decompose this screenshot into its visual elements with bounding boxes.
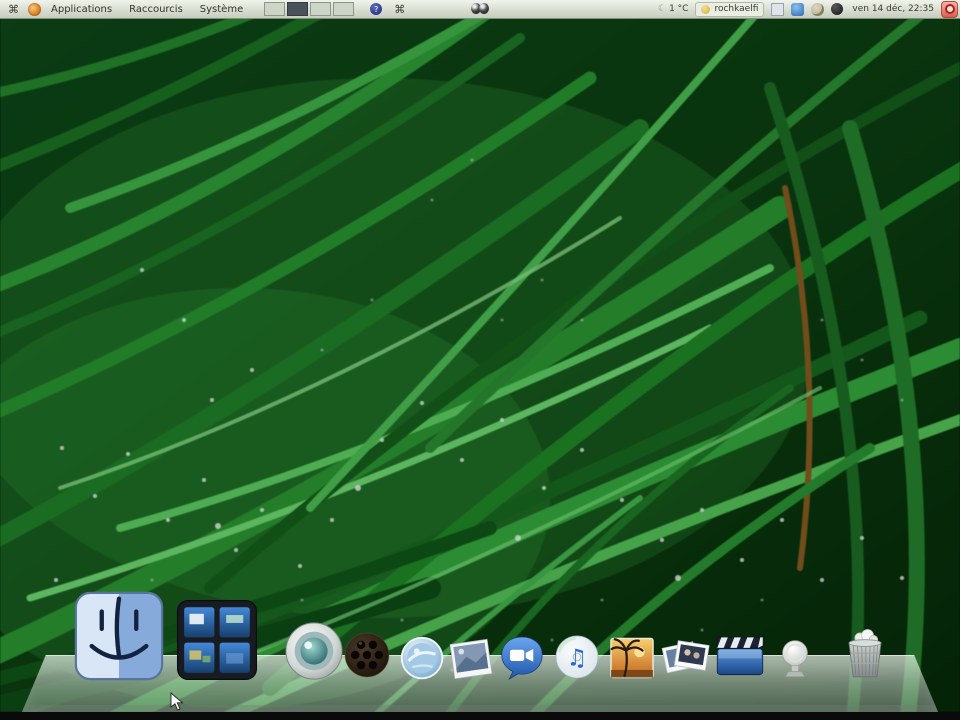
menu-bar-right: ☾ 1 °C rochkaelfi ven 14 déc, 22:35 — [658, 0, 958, 18]
finder-icon[interactable] — [73, 590, 165, 682]
workspace-4[interactable] — [333, 2, 355, 16]
menu-applications[interactable]: Applications — [51, 4, 112, 15]
film-reel-icon[interactable] — [340, 628, 394, 682]
user-switcher-applet[interactable]: rochkaelfi — [695, 1, 765, 17]
moon-icon: ☾ — [658, 3, 667, 14]
photo-icon[interactable] — [448, 636, 494, 682]
music-player-icon[interactable]: ♫ — [552, 632, 602, 682]
menu-bar-left: ⌘ Applications Raccourcis Système ? ⌘ — [0, 2, 414, 16]
menu-raccourcis[interactable]: Raccourcis — [129, 4, 183, 15]
workspace-3[interactable] — [310, 2, 332, 16]
menu-bar: ⌘ Applications Raccourcis Système ? ⌘ ☾ … — [0, 0, 960, 19]
dock: ♫ — [0, 587, 960, 712]
record-dot-icon — [944, 4, 955, 14]
camera-lens-icon[interactable] — [283, 620, 345, 682]
video-chat-icon[interactable] — [498, 634, 546, 682]
window-applet-icon[interactable] — [771, 2, 785, 16]
palm-photo-icon[interactable] — [608, 634, 656, 682]
weather-applet[interactable]: ☾ 1 °C — [658, 4, 688, 14]
temperature-label: 1 °C — [669, 4, 689, 14]
distro-logo-icon[interactable] — [28, 2, 41, 16]
workspace-2-active[interactable] — [287, 2, 309, 16]
round-badge-icon[interactable] — [774, 636, 816, 682]
globe-browser-icon[interactable] — [398, 634, 446, 682]
help-icon[interactable]: ? — [370, 3, 383, 15]
binocular-right — [479, 3, 489, 14]
workspace-1[interactable] — [264, 2, 286, 16]
menu-systeme[interactable]: Système — [200, 4, 243, 15]
record-button[interactable] — [941, 0, 958, 18]
user-icon — [701, 4, 711, 14]
network-icon[interactable] — [791, 2, 805, 16]
mouse-cursor — [170, 692, 184, 711]
letterbox-bar — [0, 712, 960, 720]
workspace-switcher[interactable] — [264, 2, 355, 16]
command-icon-2[interactable]: ⌘ — [394, 4, 405, 15]
clock[interactable]: ven 14 déc, 22:35 — [852, 4, 934, 14]
photo-stack-icon[interactable] — [660, 632, 710, 682]
binoculars-icon[interactable] — [471, 3, 489, 14]
svg-text:♫: ♫ — [567, 644, 588, 672]
desktop-screen: ⌘ Applications Raccourcis Système ? ⌘ ☾ … — [0, 0, 960, 720]
command-icon[interactable]: ⌘ — [8, 4, 19, 15]
spaces-icon[interactable] — [175, 598, 259, 682]
mascot-icon[interactable] — [811, 2, 825, 16]
trash-icon[interactable] — [838, 626, 892, 682]
volume-icon[interactable] — [831, 3, 844, 15]
movie-clapper-icon[interactable] — [714, 630, 766, 682]
username-label: rochkaelfi — [714, 4, 759, 14]
help-glyph: ? — [374, 4, 379, 14]
